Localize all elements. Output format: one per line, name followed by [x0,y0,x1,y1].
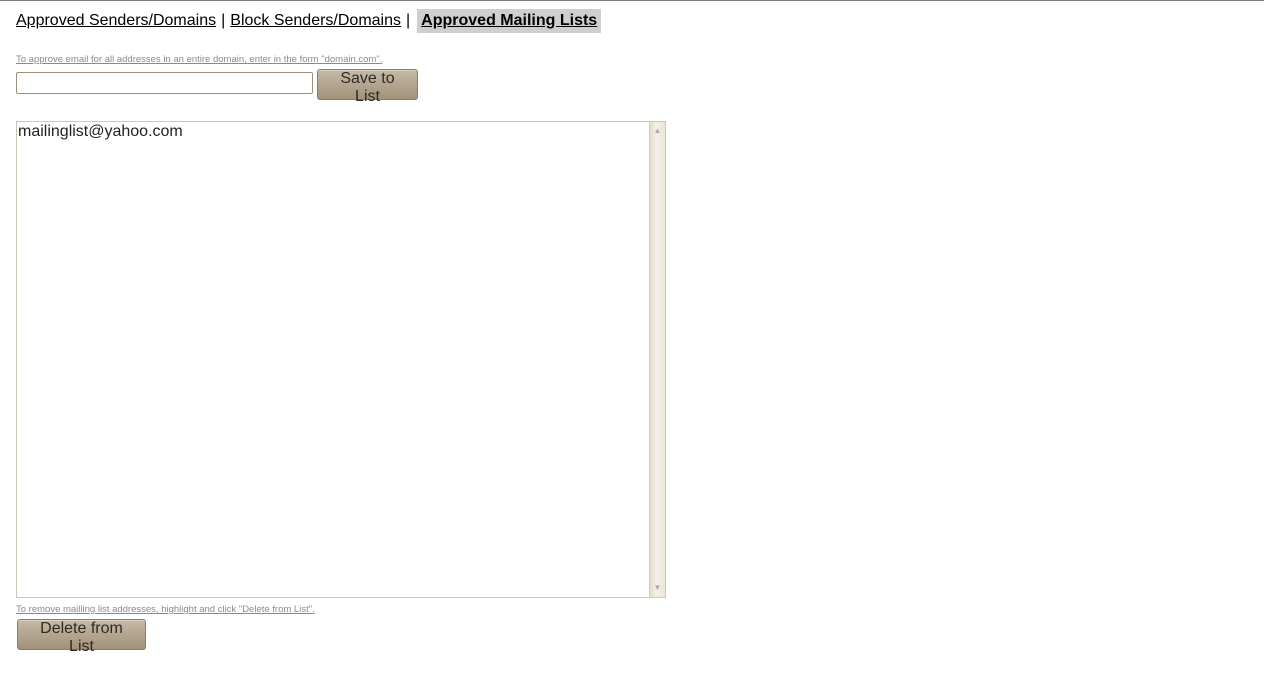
list-scrollbar[interactable]: ▲ ▼ [649,122,665,597]
remove-hint: To remove mailling list addresses, highl… [16,604,315,615]
top-divider [0,0,1264,1]
mailing-list-listbox[interactable]: mailinglist@yahoo.com ▲ ▼ [16,121,666,598]
nav-separator: | [406,11,411,29]
list-items: mailinglist@yahoo.com [17,122,649,597]
delete-from-list-button[interactable]: Delete from List [17,619,146,655]
save-to-list-button[interactable]: Save to List [317,69,418,105]
list-item[interactable]: mailinglist@yahoo.com [17,122,649,141]
mailing-list-input[interactable] [16,72,313,94]
nav-separator: | [221,11,226,29]
list-nav: Approved Senders/Domains | Block Senders… [16,8,602,33]
add-domain-hint: To approve email for all addresses in an… [16,54,383,65]
scroll-up-icon[interactable]: ▲ [650,124,665,138]
nav-approved-mailing-lists-link[interactable]: Approved Mailing Lists [417,8,602,33]
nav-block-senders-link[interactable]: Block Senders/Domains [230,12,401,30]
nav-approved-senders-link[interactable]: Approved Senders/Domains [16,12,216,30]
scroll-down-icon[interactable]: ▼ [650,581,665,595]
